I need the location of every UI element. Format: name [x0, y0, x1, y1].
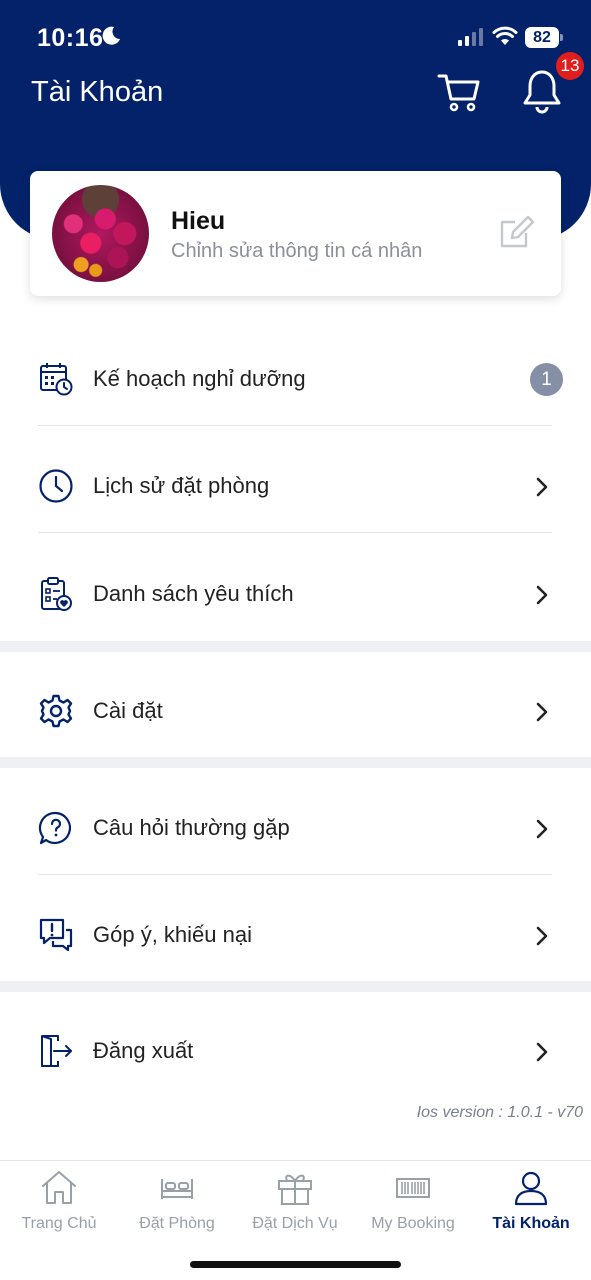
- page-title: Tài Khoản: [31, 76, 164, 108]
- status-time: 10:16: [37, 24, 104, 52]
- divider: [38, 874, 552, 875]
- divider: [38, 532, 552, 533]
- tab-label: My Booking: [371, 1215, 455, 1232]
- menu-item-logout[interactable]: Đăng xuất: [0, 998, 591, 1104]
- section-separator: [0, 641, 591, 652]
- tab-account[interactable]: Tài Khoản: [472, 1161, 590, 1241]
- menu-label: Danh sách yêu thích: [93, 581, 294, 606]
- cellular-signal-icon: [458, 28, 483, 46]
- chevron-right-icon: [536, 585, 548, 605]
- menu-item-wishlist[interactable]: Danh sách yêu thích: [0, 541, 591, 647]
- bed-icon: [161, 1179, 193, 1199]
- wifi-icon: [492, 26, 518, 45]
- menu-label: Lịch sử đặt phòng: [93, 473, 270, 498]
- section-separator: [0, 757, 591, 768]
- clock-icon: [39, 469, 73, 503]
- tab-book-service[interactable]: Đặt Dịch Vụ: [236, 1161, 354, 1241]
- tab-home[interactable]: Trang Chủ: [0, 1161, 118, 1241]
- calendar-clock-icon: [40, 363, 73, 396]
- home-icon: [42, 1171, 76, 1204]
- divider: [38, 425, 552, 426]
- question-bubble-icon: [38, 811, 72, 845]
- notification-badge: 13: [556, 52, 584, 80]
- chevron-right-icon: [536, 702, 548, 722]
- feedback-bubble-icon: [39, 918, 73, 952]
- profile-edit-subtitle: Chỉnh sửa thông tin cá nhân: [171, 240, 423, 262]
- menu-item-settings[interactable]: Cài đặt: [0, 658, 591, 764]
- profile-card[interactable]: Hieu Chỉnh sửa thông tin cá nhân: [30, 171, 561, 296]
- tab-my-booking[interactable]: My Booking: [354, 1161, 472, 1241]
- battery-level: 82: [533, 29, 551, 46]
- menu-label: Kế hoạch nghỉ dưỡng: [93, 366, 306, 391]
- battery-indicator: 82: [525, 27, 563, 48]
- tab-label: Đặt Dịch Vụ: [252, 1215, 338, 1232]
- home-indicator: [190, 1261, 401, 1268]
- menu-label: Đăng xuất: [93, 1038, 194, 1063]
- menu-item-feedback[interactable]: Góp ý, khiếu nại: [0, 882, 591, 988]
- logout-door-icon: [41, 1035, 72, 1067]
- app-version-text: Ios version : 1.0.1 - v70: [416, 1104, 583, 1121]
- tab-label: Đặt Phòng: [139, 1215, 215, 1232]
- chevron-right-icon: [536, 1042, 548, 1062]
- tab-label: Trang Chủ: [21, 1215, 97, 1232]
- cart-icon[interactable]: [436, 68, 482, 114]
- vacation-plan-count-badge: 1: [530, 363, 563, 396]
- tab-book-room[interactable]: Đặt Phòng: [118, 1161, 236, 1241]
- clipboard-heart-icon: [41, 577, 72, 611]
- chevron-right-icon: [536, 819, 548, 839]
- section-separator: [0, 981, 591, 992]
- menu-label: Cài đặt: [93, 698, 163, 723]
- tab-label: Tài Khoản: [492, 1215, 570, 1232]
- chevron-right-icon: [536, 477, 548, 497]
- edit-icon[interactable]: [498, 213, 536, 251]
- bell-icon[interactable]: [520, 68, 564, 114]
- gear-icon: [39, 694, 73, 728]
- gift-icon: [278, 1174, 312, 1205]
- moon-icon: [102, 26, 120, 45]
- user-icon: [514, 1171, 548, 1206]
- menu-label: Câu hỏi thường gặp: [93, 815, 290, 840]
- menu-item-booking-history[interactable]: Lịch sử đặt phòng: [0, 433, 591, 539]
- chevron-right-icon: [536, 926, 548, 946]
- status-bar: 10:16 82: [0, 0, 591, 76]
- avatar[interactable]: [52, 185, 149, 282]
- barcode-icon: [396, 1178, 430, 1198]
- profile-name: Hieu: [171, 207, 226, 235]
- menu-label: Góp ý, khiếu nại: [93, 922, 252, 947]
- menu-item-vacation-plan[interactable]: Kế hoạch nghỉ dưỡng: [0, 326, 591, 432]
- menu-item-faq[interactable]: Câu hỏi thường gặp: [0, 775, 591, 881]
